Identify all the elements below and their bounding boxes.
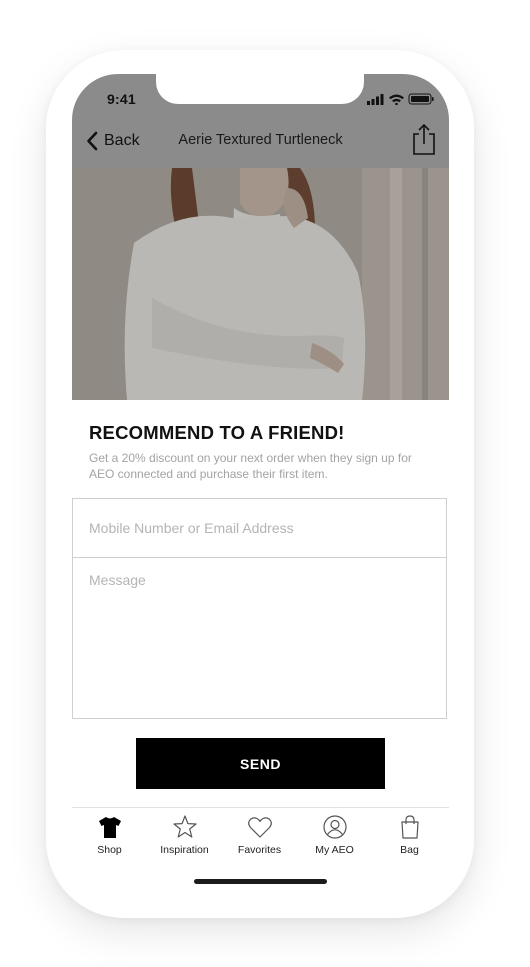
device-notch	[156, 74, 364, 104]
tab-label: Bag	[400, 844, 419, 856]
product-image	[72, 168, 449, 400]
tab-label: Favorites	[237, 844, 282, 856]
home-indicator	[194, 879, 327, 884]
tab-bag[interactable]: Bag	[372, 814, 447, 864]
star-icon	[172, 815, 197, 838]
tab-my-aeo[interactable]: My AEO	[297, 814, 372, 864]
discount-description: Get a 20% discount on your next order wh…	[89, 451, 412, 481]
heart-icon	[247, 817, 272, 838]
send-button[interactable]: SEND	[136, 738, 385, 789]
tab-label: My AEO	[315, 844, 354, 856]
tab-favorites[interactable]: Favorites	[222, 814, 297, 864]
tab-label: Inspiration	[160, 844, 209, 856]
bag-icon	[400, 815, 419, 839]
tab-shop[interactable]: Shop	[72, 814, 147, 864]
app-screen: 9:41 Back Aerie Textured Turtleneck RECO…	[72, 74, 449, 891]
tshirt-icon	[98, 817, 121, 838]
page-title: Aerie Textured Turtleneck	[178, 132, 343, 148]
status-icons	[367, 92, 435, 106]
message-input[interactable]	[72, 557, 447, 719]
tab-inspiration[interactable]: Inspiration	[147, 814, 222, 864]
status-time: 9:41	[107, 91, 136, 107]
share-button[interactable]	[411, 122, 437, 156]
contact-input[interactable]	[72, 498, 447, 558]
signal-wifi-battery-icon	[367, 93, 434, 106]
user-circle-icon	[322, 815, 347, 839]
recommend-heading: RECOMMEND TO A FRIEND!	[89, 422, 345, 443]
product-photo	[72, 168, 449, 400]
share-icon	[413, 123, 435, 155]
tab-label: Shop	[97, 844, 122, 856]
